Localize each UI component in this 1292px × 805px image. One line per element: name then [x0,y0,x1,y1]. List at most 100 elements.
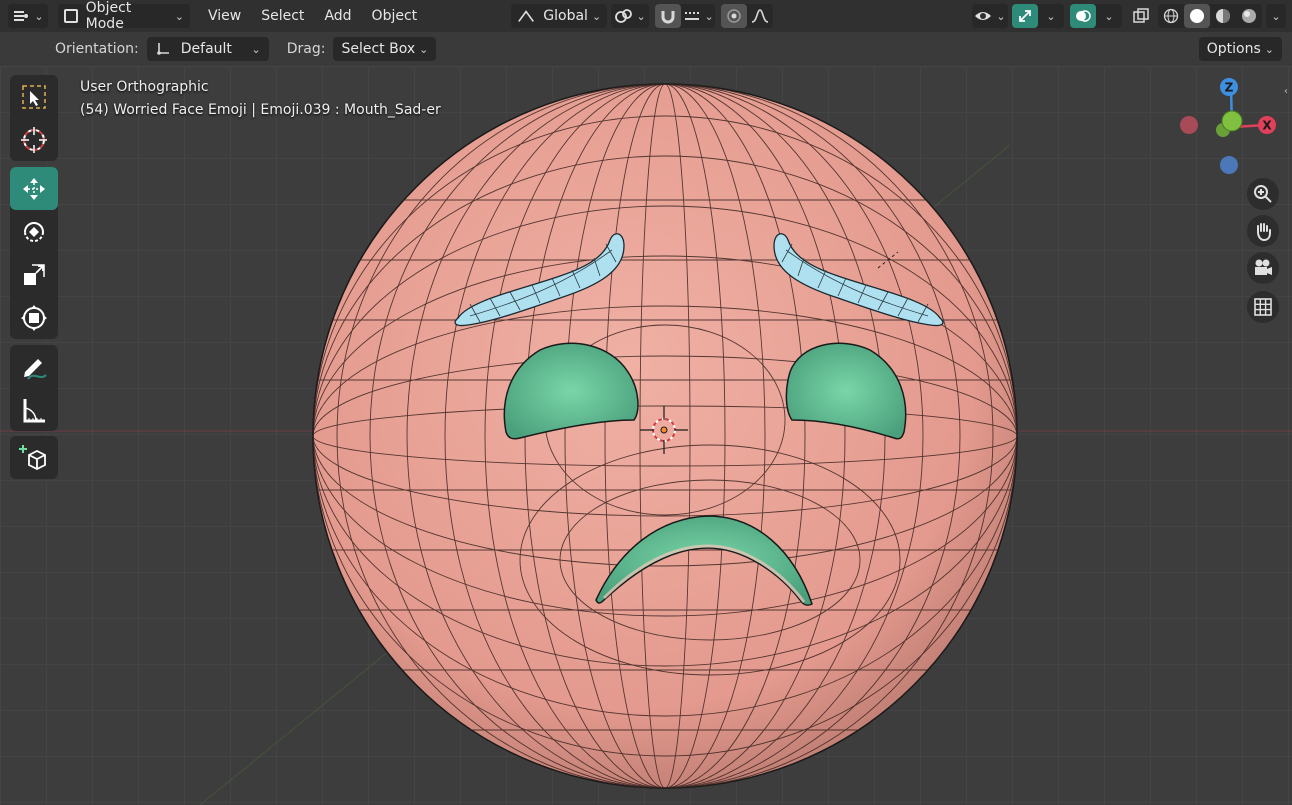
hand-icon [1257,223,1271,241]
tool-measure[interactable] [10,388,58,431]
proportional-edit-group [721,4,774,28]
transform-orientation-dropdown[interactable]: Global ⌄ [511,4,608,28]
orientation-setting-label: Orientation: [55,41,139,57]
navigation-gizmo[interactable]: X Z [1175,72,1285,182]
rendered-sphere-icon [1242,9,1256,23]
x-axis-label: X [1262,119,1272,133]
editor-type-button[interactable]: ⌄ [8,4,48,28]
proportional-edit-toggle[interactable] [721,4,748,28]
rotate-icon [24,221,44,242]
solid-shading-button[interactable] [1184,4,1210,28]
grid-icon [1254,298,1272,316]
snap-toggle[interactable] [655,4,682,28]
tool-add-cube[interactable] [10,436,58,479]
orientation-axis-icon [156,43,169,55]
visibility-dropdown[interactable]: ⌄ [972,4,1008,28]
snap-increment-icon [684,12,699,20]
tool-settings-bar: Orientation: Default ⌄ Drag: Select Box … [0,32,1292,66]
chevron-down-icon: ⌄ [34,9,44,23]
overlays-dropdown[interactable]: ⌄ [1096,4,1122,28]
measure-ruler-icon [23,398,45,422]
chevron-down-icon: ⌄ [591,9,602,23]
gizmo-arrows-icon [1019,10,1031,22]
camera-view-button[interactable] [1247,252,1279,284]
tool-select-box[interactable] [10,75,58,118]
material-shading-button[interactable] [1210,4,1236,28]
options-dropdown[interactable]: Options ⌄ [1198,37,1282,61]
chevron-down-icon: ⌄ [174,9,184,23]
tool-move[interactable] [10,167,58,210]
drag-setting-dropdown[interactable]: Select Box ⌄ [333,37,437,61]
tool-transform[interactable] [10,296,58,339]
scale-icon [24,263,45,285]
tool-rotate[interactable] [10,210,58,253]
move-arrows-icon [23,177,45,200]
neg-x-ball [1180,116,1198,134]
chevron-down-icon: ⌄ [251,42,261,56]
chevron-down-icon: ⌄ [704,9,714,23]
orientation-axes-icon [518,10,535,22]
face-sphere-mesh[interactable] [312,83,1018,789]
orientation-setting-value: Default [180,41,232,57]
toolbox-add-group [10,436,58,479]
z-axis-label: Z [1225,81,1234,95]
orientation-setting-dropdown[interactable]: Default ⌄ [146,37,269,61]
pivot-icon [614,9,632,23]
material-sphere-icon [1216,9,1230,23]
3d-viewport[interactable]: User Orthographic (54) Worried Face Emoj… [0,66,1292,805]
select-box-icon [22,84,46,109]
falloff-dropdown[interactable] [747,4,773,28]
chevron-down-icon: ⌄ [996,9,1006,23]
y-ball [1221,110,1243,132]
gizmo-dropdown[interactable]: ⌄ [1038,4,1064,28]
solid-sphere-icon [1190,9,1204,23]
wireframe-shading-button[interactable] [1158,4,1184,28]
menu-add[interactable]: Add [316,4,359,28]
menu-select[interactable]: Select [253,4,312,28]
neg-z-ball [1220,156,1238,174]
sidebar-expand-arrow[interactable]: ‹ [1280,82,1292,100]
overlays-icon [1076,10,1091,22]
viewport-header: ⌄ Object Mode ⌄ View Select Add Object G… [0,0,1292,32]
drag-setting-value: Select Box [341,41,416,57]
viewport-info-overlay: User Orthographic (54) Worried Face Emoj… [80,76,441,122]
editor-type-icon [14,11,29,21]
chevron-down-icon: ⌄ [636,9,646,23]
falloff-curve-icon [751,9,769,23]
tool-cursor[interactable] [10,118,58,161]
chevron-down-icon: ⌄ [1271,9,1281,23]
zoom-magnifier-icon [1254,185,1272,203]
options-label: Options [1206,41,1261,57]
gizmo-group: ⌄ [1012,4,1064,28]
shading-group [1158,4,1262,28]
menu-view[interactable]: View [200,4,249,28]
drag-setting-label: Drag: [286,41,326,57]
chevron-down-icon: ⌄ [419,42,429,56]
toolbox-transform-group [10,167,58,339]
object-mode-icon [64,9,78,23]
wireframe-sphere-icon [1163,8,1179,24]
scene-canvas [0,83,1292,805]
zoom-button[interactable] [1247,178,1279,210]
chevron-down-icon: ⌄ [1264,42,1274,56]
snap-group: ⌄ [655,4,716,28]
overlays-toggle[interactable] [1070,4,1096,28]
perspective-toggle-button[interactable] [1247,291,1279,323]
overlays-group: ⌄ [1070,4,1122,28]
rendered-shading-button[interactable] [1236,4,1262,28]
transform-icon [21,304,47,331]
toolbox-annotate-group [10,345,58,431]
snap-target-dropdown[interactable]: ⌄ [681,4,715,28]
pan-button[interactable] [1247,215,1279,247]
tool-annotate[interactable] [10,345,58,388]
menu-object[interactable]: Object [364,4,426,28]
xray-toggle[interactable] [1128,4,1154,28]
camera-icon [1255,259,1272,275]
tool-scale[interactable] [10,253,58,296]
shading-options-dropdown[interactable]: ⌄ [1266,4,1286,28]
gizmo-toggle[interactable] [1012,4,1038,28]
mode-dropdown[interactable]: Object Mode ⌄ [58,0,190,32]
cursor-icon [21,126,47,153]
pivot-point-dropdown[interactable]: ⌄ [611,4,650,28]
mode-label: Object Mode [85,0,132,32]
